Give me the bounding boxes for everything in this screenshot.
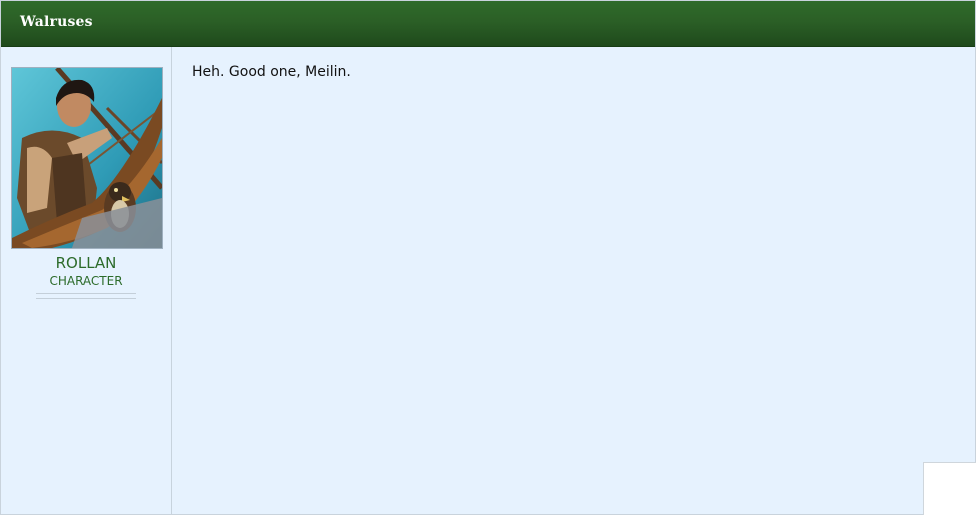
thread-title[interactable]: Walruses: [20, 14, 93, 30]
divider: [36, 298, 136, 299]
forum-post: Walruses ROLLAN CHARACTER Heh. Good one,…: [0, 0, 976, 515]
post-message: Heh. Good one, Meilin.: [192, 64, 351, 80]
character-portrait-icon: [12, 68, 162, 248]
author-name[interactable]: ROLLAN: [1, 254, 171, 272]
post-corner-box: [923, 462, 976, 515]
author-sidebar: ROLLAN CHARACTER: [1, 47, 172, 514]
post-header-bar: Walruses: [1, 1, 975, 47]
author-rank: CHARACTER: [49, 274, 123, 288]
avatar[interactable]: [11, 67, 163, 249]
divider: [36, 293, 136, 294]
